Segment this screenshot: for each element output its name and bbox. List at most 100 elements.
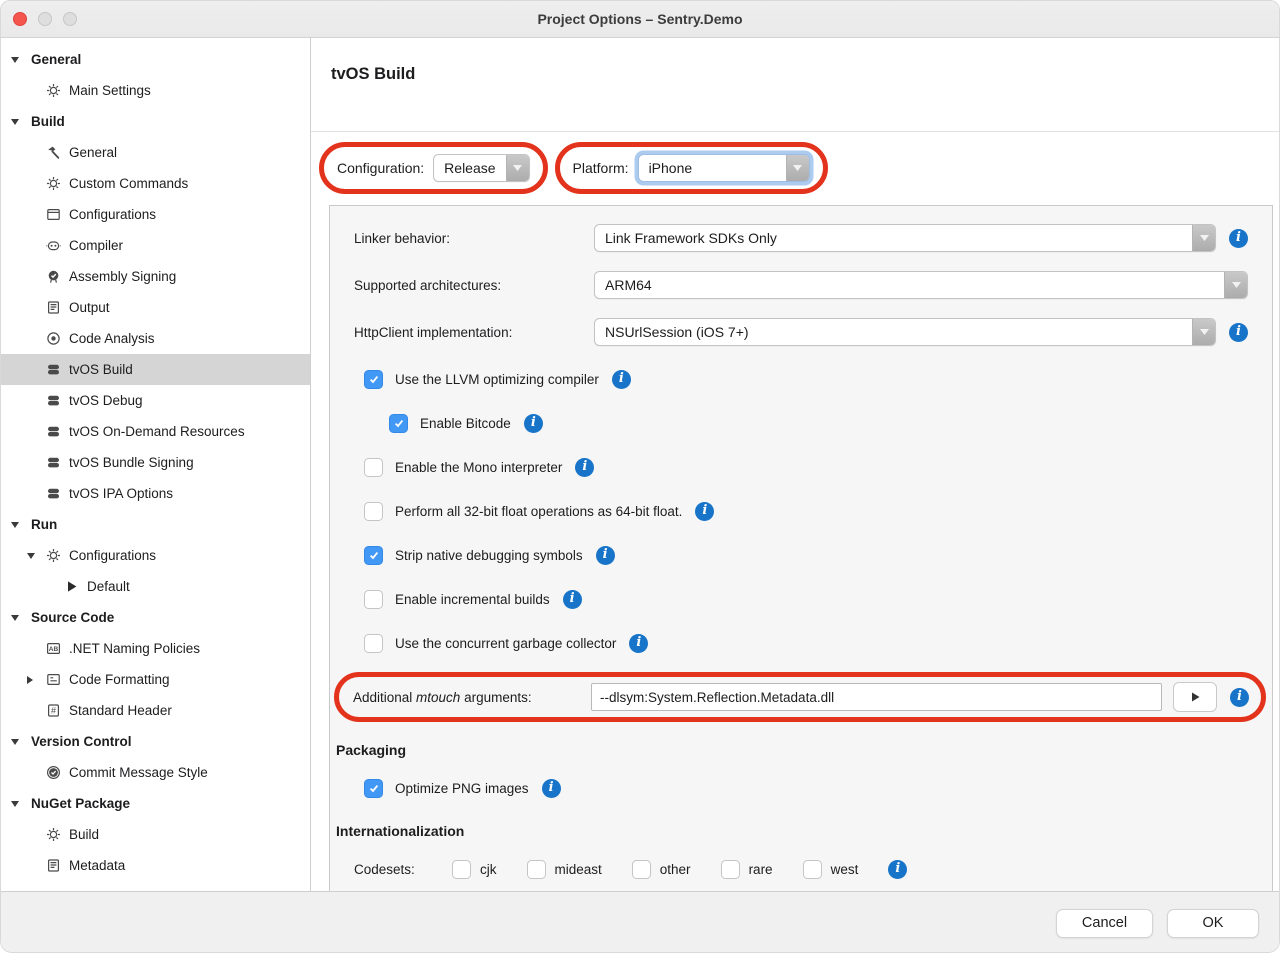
checkbox-other[interactable] [632, 860, 651, 879]
codeset-mideast: mideast [527, 860, 602, 879]
checkbox-use-the-concurrent-garbage-collector[interactable] [364, 634, 383, 653]
info-icon[interactable] [575, 458, 594, 477]
info-icon[interactable] [542, 779, 561, 798]
httpclient-implementation-select[interactable]: NSUrlSession (iOS 7+) [594, 318, 1216, 346]
disclosure-down-icon[interactable] [27, 553, 35, 559]
supported-architectures-value: ARM64 [595, 272, 1224, 298]
info-icon[interactable] [629, 634, 648, 653]
robot-icon [45, 237, 62, 254]
checkbox-label: Perform all 32-bit float operations as 6… [395, 504, 682, 519]
sidebar-item-commit-message-style[interactable]: Commit Message Style [1, 757, 310, 788]
configuration-select[interactable]: Release [433, 154, 529, 182]
supported-architectures-select[interactable]: ARM64 [594, 271, 1248, 299]
sidebar-item-label: Build [69, 827, 99, 842]
codesets-label: Codesets: [354, 862, 452, 877]
disclosure-down-icon[interactable] [11, 57, 19, 63]
supported-architectures-label: Supported architectures: [354, 278, 594, 293]
sidebar-item-tvos-build[interactable]: tvOS Build [1, 354, 310, 385]
build-options-checkbox-list: Use the LLVM optimizing compilerEnable B… [354, 364, 1248, 658]
sidebar-item-label: Configurations [69, 548, 156, 563]
sidebar-section-run[interactable]: Run [1, 509, 310, 540]
sidebar-item-compiler[interactable]: Compiler [1, 230, 310, 261]
maximize-button[interactable] [63, 12, 77, 26]
sidebar-item-tvos-ipa-options[interactable]: tvOS IPA Options [1, 478, 310, 509]
info-icon[interactable] [1230, 688, 1249, 707]
sidebar-section-version-control[interactable]: Version Control [1, 726, 310, 757]
internationalization-heading: Internationalization [336, 823, 1248, 839]
checkbox-label: Enable the Mono interpreter [395, 460, 562, 475]
sidebar-item-configurations[interactable]: Configurations [1, 540, 310, 571]
svg-text:AB: AB [49, 646, 59, 653]
linker-behavior-value: Link Framework SDKs Only [595, 225, 1192, 251]
disclosure-down-icon[interactable] [11, 119, 19, 125]
sidebar-item-custom-commands[interactable]: Custom Commands [1, 168, 310, 199]
sidebar-item-code-formatting[interactable]: Code Formatting [1, 664, 310, 695]
disclosure-down-icon[interactable] [11, 615, 19, 621]
minimize-button[interactable] [38, 12, 52, 26]
sidebar-item-tvos-bundle-signing[interactable]: tvOS Bundle Signing [1, 447, 310, 478]
checkbox-enable-the-mono-interpreter[interactable] [364, 458, 383, 477]
checkbox-label: Strip native debugging symbols [395, 548, 583, 563]
codeset-cjk: cjk [452, 860, 497, 879]
chevron-down-icon [1224, 272, 1247, 298]
checkbox-enable-bitcode[interactable] [389, 414, 408, 433]
disclosure-down-icon[interactable] [11, 801, 19, 807]
info-icon[interactable] [1229, 323, 1248, 342]
sidebar-item-label: tvOS Bundle Signing [69, 455, 194, 470]
sidebar-item-output[interactable]: Output [1, 292, 310, 323]
sidebar-item-default[interactable]: Default [1, 571, 310, 602]
disclosure-down-icon[interactable] [11, 739, 19, 745]
sidebar-item-build[interactable]: Build [1, 819, 310, 850]
chevron-down-icon [786, 155, 809, 181]
sidebar-item-metadata[interactable]: Metadata [1, 850, 310, 881]
info-icon[interactable] [695, 502, 714, 521]
layers-icon [45, 392, 62, 409]
circle-dot-icon [45, 330, 62, 347]
info-icon[interactable] [563, 590, 582, 609]
sidebar-item-tvos-on-demand-resources[interactable]: tvOS On-Demand Resources [1, 416, 310, 447]
checkbox-enable-incremental-builds[interactable] [364, 590, 383, 609]
sidebar-section-source-code[interactable]: Source Code [1, 602, 310, 633]
platform-select[interactable]: iPhone [638, 154, 810, 182]
cancel-button[interactable]: Cancel [1056, 909, 1153, 938]
sidebar-item-label: tvOS IPA Options [69, 486, 173, 501]
configuration-label: Configuration: [337, 160, 424, 176]
mtouch-arguments-expand-button[interactable] [1173, 682, 1217, 712]
sidebar-item-tvos-debug[interactable]: tvOS Debug [1, 385, 310, 416]
layers-icon [45, 361, 62, 378]
sidebar-item-code-analysis[interactable]: Code Analysis [1, 323, 310, 354]
layers-icon [45, 454, 62, 471]
sidebar-item-net-naming-policies[interactable]: AB.NET Naming Policies [1, 633, 310, 664]
sidebar-section-nuget-package[interactable]: NuGet Package [1, 788, 310, 819]
sidebar-section-build[interactable]: Build [1, 106, 310, 137]
checkbox-perform-all-32-bit-float-operations-as-64-bit-float[interactable] [364, 502, 383, 521]
ok-button[interactable]: OK [1167, 909, 1259, 938]
disclosure-down-icon[interactable] [11, 522, 19, 528]
checkbox-strip-native-debugging-symbols[interactable] [364, 546, 383, 565]
sidebar-item-configurations[interactable]: Configurations [1, 199, 310, 230]
info-icon[interactable] [596, 546, 615, 565]
info-icon[interactable] [612, 370, 631, 389]
ab-box-icon: AB [45, 640, 62, 657]
sidebar-section-general[interactable]: General [1, 44, 310, 75]
info-icon[interactable] [1229, 229, 1248, 248]
sidebar-item-label: General [69, 145, 117, 160]
info-icon[interactable] [888, 860, 907, 879]
linker-behavior-select[interactable]: Link Framework SDKs Only [594, 224, 1216, 252]
info-icon[interactable] [524, 414, 543, 433]
checkbox-use-the-llvm-optimizing-compiler[interactable] [364, 370, 383, 389]
sidebar-item-assembly-signing[interactable]: Assembly Signing [1, 261, 310, 292]
checkbox-cjk[interactable] [452, 860, 471, 879]
close-button[interactable] [13, 12, 27, 26]
gear-icon [45, 826, 62, 843]
checkbox-rare[interactable] [721, 860, 740, 879]
mtouch-arguments-input[interactable] [591, 683, 1162, 711]
sidebar-item-standard-header[interactable]: #Standard Header [1, 695, 310, 726]
sidebar-item-main-settings[interactable]: Main Settings [1, 75, 310, 106]
checkbox-mideast[interactable] [527, 860, 546, 879]
option-row-strip-native-debugging-symbols: Strip native debugging symbols [364, 540, 1248, 570]
disclosure-right-icon[interactable] [27, 676, 33, 684]
checkbox-west[interactable] [803, 860, 822, 879]
checkbox-optimize-png-images[interactable] [364, 779, 383, 798]
sidebar-item-general[interactable]: General [1, 137, 310, 168]
